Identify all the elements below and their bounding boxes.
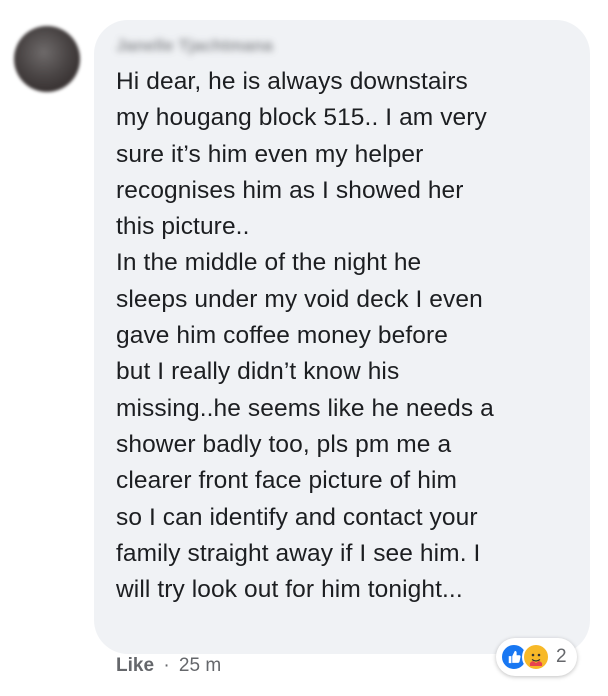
care-icon [522, 643, 550, 671]
comment-line: shower badly too, pls pm me a [116, 430, 452, 458]
comment-line: gave him coffee money before [116, 322, 448, 350]
comment-container: Janelle Tjachtmana Hi dear, he is always… [0, 0, 608, 696]
comment-line: my hougang block 515.. I am very [116, 104, 487, 132]
reactions-summary[interactable]: 2 [496, 638, 577, 676]
reaction-count: 2 [556, 646, 567, 667]
comment-text: Hi dear, he is always downstairs my houg… [112, 64, 572, 608]
comment-line: recognises him as I showed her [116, 176, 464, 204]
timestamp[interactable]: 25 m [179, 655, 221, 676]
separator: · [163, 655, 170, 676]
comment-line: Hi dear, he is always downstairs [116, 68, 468, 95]
comment-line: missing..he seems like he needs a [116, 394, 494, 422]
comment-line: will try look out for him tonight... [116, 576, 463, 604]
comment-line: this picture.. [116, 213, 250, 241]
avatar[interactable] [14, 26, 80, 92]
comment-line: so I can identify and contact your [116, 503, 478, 531]
comment-actions: Like · 25 m [116, 655, 221, 677]
comment-line: sleeps under my void deck I even [116, 285, 483, 313]
comment-line: clearer front face picture of him [116, 467, 458, 495]
comment-line: In the middle of the night he [116, 249, 422, 277]
comment-line: sure it’s him even my helper [116, 140, 424, 168]
comment-line: but I really didn’t know his [116, 358, 400, 386]
comment-line: family straight away if I see him. I [116, 539, 481, 567]
comment-bubble: Janelle Tjachtmana Hi dear, he is always… [94, 20, 590, 654]
comment-author[interactable]: Janelle Tjachtmana [116, 36, 572, 60]
like-button[interactable]: Like [116, 655, 154, 676]
